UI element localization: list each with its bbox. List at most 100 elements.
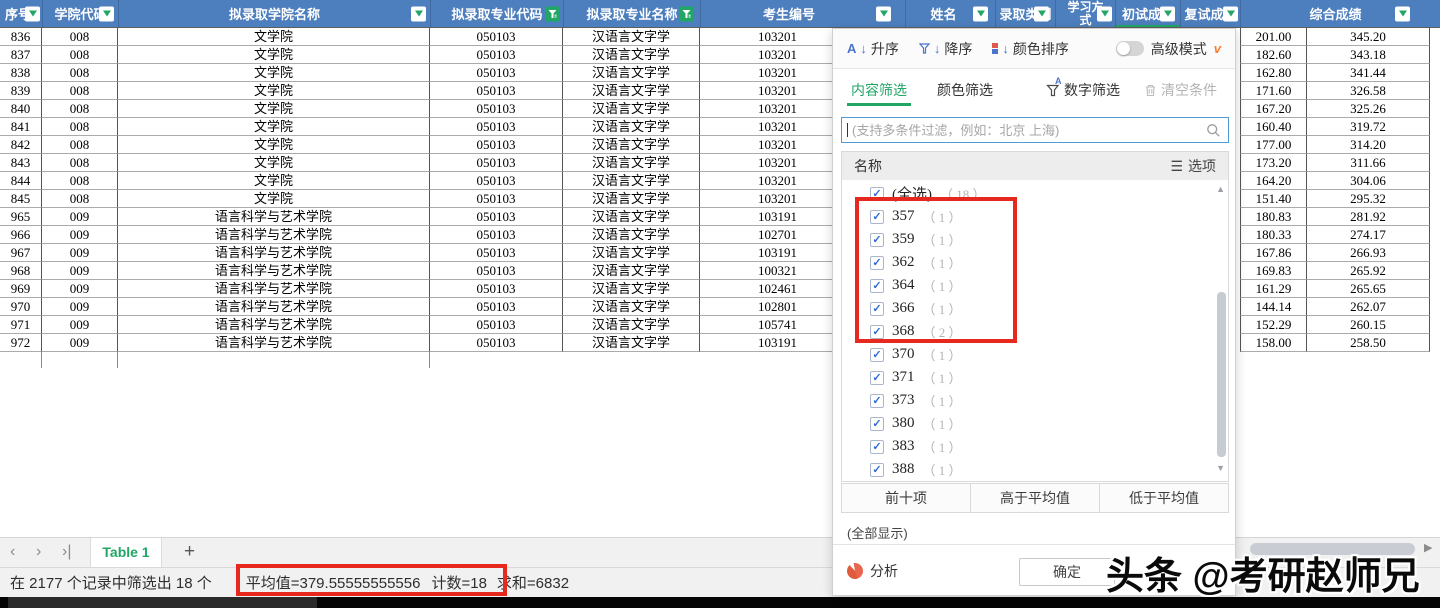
cell[interactable]: 050103	[430, 226, 563, 244]
cell[interactable]: 汉语言文字学	[563, 226, 700, 244]
cell[interactable]: 008	[42, 82, 118, 100]
cell[interactable]: 169.83	[1240, 262, 1307, 280]
filter-dropdown-icon[interactable]	[411, 6, 426, 21]
cell[interactable]: 汉语言文字学	[563, 244, 700, 262]
cell[interactable]: 167.20	[1240, 100, 1307, 118]
filter-search-input[interactable]	[852, 118, 1202, 142]
filter-item[interactable]: ✓388（ 1 ）	[842, 458, 1228, 481]
below-average-button[interactable]: 低于平均值	[1099, 483, 1229, 513]
cell[interactable]: 汉语言文字学	[563, 64, 700, 82]
tab-content-filter[interactable]: 内容筛选	[851, 69, 907, 111]
cell[interactable]: 汉语言文字学	[563, 118, 700, 136]
cell[interactable]: 汉语言文字学	[563, 280, 700, 298]
cell[interactable]: 050103	[430, 208, 563, 226]
clear-conditions-button[interactable]: 清空条件	[1144, 80, 1217, 100]
tab-color-filter[interactable]: 颜色筛选	[937, 69, 993, 111]
filter-funnel-icon[interactable]	[545, 6, 560, 21]
cell[interactable]: 161.29	[1240, 280, 1307, 298]
filter-dropdown-icon[interactable]	[1223, 6, 1238, 21]
column-header-exam-no[interactable]: 考生编号	[700, 0, 905, 27]
options-button[interactable]: ☰ 选项	[1170, 156, 1216, 176]
cell[interactable]: 836	[0, 28, 42, 46]
cell[interactable]: 345.20	[1307, 28, 1430, 46]
cell[interactable]: 009	[42, 334, 118, 352]
cell[interactable]: 050103	[430, 190, 563, 208]
cell[interactable]: 汉语言文字学	[563, 154, 700, 172]
cell[interactable]: 汉语言文字学	[563, 82, 700, 100]
filter-dropdown-icon[interactable]	[1160, 6, 1175, 21]
above-average-button[interactable]: 高于平均值	[970, 483, 1100, 513]
sheet-scroll-last-icon[interactable]: ›|	[58, 538, 75, 568]
checkbox[interactable]: ✓	[870, 463, 884, 477]
column-header-major-code[interactable]: 拟录取专业代码	[430, 0, 563, 27]
number-filter-button[interactable]: A 数字筛选	[1046, 80, 1120, 100]
cell[interactable]: 180.83	[1240, 208, 1307, 226]
cell[interactable]: 语言科学与艺术学院	[118, 280, 430, 298]
cell[interactable]: 171.60	[1240, 82, 1307, 100]
cell[interactable]: 845	[0, 190, 42, 208]
cell[interactable]: 319.72	[1307, 118, 1430, 136]
cell[interactable]: 009	[42, 298, 118, 316]
cell[interactable]: 260.15	[1307, 316, 1430, 334]
sort-descending-button[interactable]: ↓ 降序	[919, 39, 973, 59]
cell[interactable]: 语言科学与艺术学院	[118, 298, 430, 316]
sheet-tab-table1[interactable]: Table 1	[90, 538, 162, 568]
list-scrollbar-thumb[interactable]	[1217, 292, 1226, 457]
cell[interactable]: 汉语言文字学	[563, 28, 700, 46]
cell[interactable]: 文学院	[118, 154, 430, 172]
cell[interactable]: 304.06	[1307, 172, 1430, 190]
sheet-scroll-next-icon[interactable]: ›	[32, 538, 45, 568]
column-header-initial-score[interactable]: 初试成绩	[1115, 0, 1180, 27]
cell[interactable]: 语言科学与艺术学院	[118, 334, 430, 352]
cell[interactable]: 009	[42, 262, 118, 280]
cell[interactable]: 汉语言文字学	[563, 100, 700, 118]
cell[interactable]: 050103	[430, 100, 563, 118]
cell[interactable]: 汉语言文字学	[563, 46, 700, 64]
cell[interactable]: 839	[0, 82, 42, 100]
column-header-seq[interactable]: 序号	[0, 0, 42, 27]
filter-dropdown-icon[interactable]	[25, 6, 40, 21]
cell[interactable]: 汉语言文字学	[563, 136, 700, 154]
cell[interactable]: 汉语言文字学	[563, 298, 700, 316]
cell[interactable]: 966	[0, 226, 42, 244]
cell[interactable]: 967	[0, 244, 42, 262]
cell[interactable]: 009	[42, 244, 118, 262]
filter-dropdown-icon[interactable]	[1395, 6, 1410, 21]
cell[interactable]: 050103	[430, 262, 563, 280]
cell[interactable]: 311.66	[1307, 154, 1430, 172]
cell[interactable]: 008	[42, 100, 118, 118]
cell[interactable]: 262.07	[1307, 298, 1430, 316]
cell[interactable]: 314.20	[1307, 136, 1430, 154]
cell[interactable]: 050103	[430, 280, 563, 298]
cell[interactable]: 语言科学与艺术学院	[118, 244, 430, 262]
column-header-retest-score[interactable]: 复试成绩	[1180, 0, 1240, 27]
cell[interactable]: 汉语言文字学	[563, 190, 700, 208]
column-header-college-name[interactable]: 拟录取学院名称	[118, 0, 430, 27]
cell[interactable]: 语言科学与艺术学院	[118, 316, 430, 334]
cell[interactable]: 008	[42, 28, 118, 46]
add-sheet-button[interactable]: +	[178, 538, 201, 568]
filter-dropdown-icon[interactable]	[99, 6, 114, 21]
advanced-mode-toggle[interactable]	[1116, 41, 1144, 56]
cell[interactable]: 汉语言文字学	[563, 208, 700, 226]
show-all-link[interactable]: (全部显示)	[847, 523, 908, 542]
ok-button[interactable]: 确定	[1019, 558, 1115, 586]
cell[interactable]: 844	[0, 172, 42, 190]
sort-ascending-button[interactable]: A↓ 升序	[847, 39, 899, 59]
cell[interactable]: 050103	[430, 316, 563, 334]
cell[interactable]: 文学院	[118, 46, 430, 64]
scroll-right-icon[interactable]: ▶	[1424, 541, 1432, 554]
cell[interactable]: 语言科学与艺术学院	[118, 262, 430, 280]
cell[interactable]: 265.92	[1307, 262, 1430, 280]
cell[interactable]: 838	[0, 64, 42, 82]
filter-item[interactable]: ✓370（ 1 ）	[842, 343, 1228, 366]
cell[interactable]: 008	[42, 136, 118, 154]
column-header-major-name[interactable]: 拟录取专业名称	[563, 0, 700, 27]
cell[interactable]: 972	[0, 334, 42, 352]
cell[interactable]: 341.44	[1307, 64, 1430, 82]
scroll-up-icon[interactable]: ▲	[1216, 184, 1225, 194]
cell[interactable]: 008	[42, 190, 118, 208]
cell[interactable]: 965	[0, 208, 42, 226]
cell[interactable]: 326.58	[1307, 82, 1430, 100]
cell[interactable]: 971	[0, 316, 42, 334]
